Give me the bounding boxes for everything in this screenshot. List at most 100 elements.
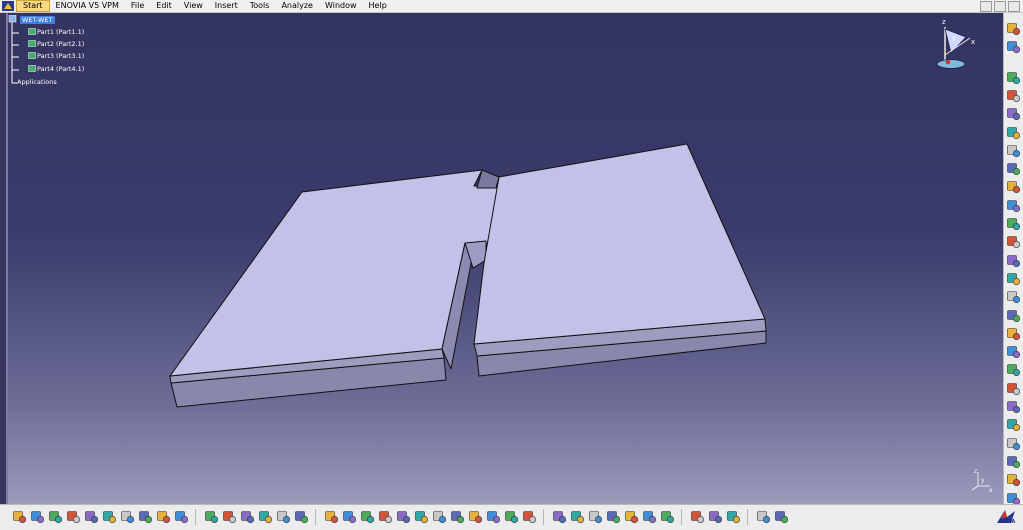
pan-icon[interactable]	[360, 509, 375, 525]
minimize-icon[interactable]	[980, 1, 992, 12]
cut-icon[interactable]	[84, 509, 99, 525]
manipulate-icon[interactable]	[1006, 179, 1022, 195]
graph-tree-icon[interactable]	[1006, 125, 1022, 141]
toolbar-separator	[543, 509, 544, 525]
fix-icon[interactable]	[1006, 344, 1022, 360]
menu-insert[interactable]: Insert	[209, 0, 244, 12]
open-icon[interactable]	[30, 509, 45, 525]
menu-help[interactable]: Help	[363, 0, 393, 12]
save-icon[interactable]	[48, 509, 63, 525]
snap-icon[interactable]	[1006, 198, 1022, 214]
catalog-icon[interactable]	[240, 509, 255, 525]
measure-item-icon[interactable]	[624, 509, 639, 525]
bill-of-material-icon[interactable]	[1006, 161, 1022, 177]
zoom-in-icon[interactable]	[396, 509, 411, 525]
coincidence-icon[interactable]	[1006, 271, 1022, 287]
toolbar-separator	[195, 509, 196, 525]
sketch-icon[interactable]	[570, 509, 585, 525]
reconnect-icon[interactable]	[1006, 253, 1022, 269]
stop-manipulate-icon[interactable]	[1006, 234, 1022, 250]
measure-between-icon[interactable]	[606, 509, 621, 525]
menu-edit[interactable]: Edit	[150, 0, 178, 12]
swap-visible-icon[interactable]	[522, 509, 537, 525]
zoom-out-icon[interactable]	[414, 509, 429, 525]
law-icon[interactable]	[294, 509, 309, 525]
bottom-toolbar: CATIA	[0, 504, 1023, 530]
tree-item-part2[interactable]: Part2 (Part2.1)	[28, 40, 84, 49]
menu-bar: Start ENOVIA V5 VPM File Edit View Inser…	[0, 0, 1023, 13]
menu-start[interactable]: Start	[16, 0, 50, 12]
menu-window[interactable]: Window	[319, 0, 363, 12]
iso-view-icon[interactable]	[450, 509, 465, 525]
new-icon[interactable]	[12, 509, 27, 525]
tree-root-product[interactable]: WET-WET	[20, 16, 55, 24]
lighting-icon[interactable]	[552, 509, 567, 525]
menu-tools[interactable]: Tools	[244, 0, 276, 12]
menu-analyze[interactable]: Analyze	[275, 0, 319, 12]
wireframe-icon[interactable]	[690, 509, 705, 525]
design-table-icon[interactable]	[276, 509, 291, 525]
front-view-icon[interactable]	[468, 509, 483, 525]
explode-icon[interactable]	[1006, 216, 1022, 232]
analysis-icon[interactable]	[726, 509, 741, 525]
fit-all-icon[interactable]	[342, 509, 357, 525]
hide-show-icon[interactable]	[504, 509, 519, 525]
camera-icon[interactable]	[708, 509, 723, 525]
scene-icon[interactable]	[1006, 472, 1022, 488]
fix-together-icon[interactable]	[1006, 362, 1022, 378]
table-icon[interactable]	[258, 509, 273, 525]
whats-this-icon[interactable]	[174, 509, 189, 525]
menu-view[interactable]: View	[178, 0, 209, 12]
compass-icon[interactable]: z y x	[930, 15, 980, 75]
close-icon[interactable]	[1008, 1, 1020, 12]
sectioning-icon[interactable]	[588, 509, 603, 525]
right-plate-top-face[interactable]	[473, 143, 766, 345]
axis-x-label: x	[989, 487, 993, 492]
paste-icon[interactable]	[120, 509, 135, 525]
assembly-geometry[interactable]	[0, 13, 1003, 504]
shading-icon[interactable]	[486, 509, 501, 525]
offset-icon[interactable]	[1006, 308, 1022, 324]
print-icon[interactable]	[66, 509, 81, 525]
formula-icon[interactable]	[204, 509, 219, 525]
measure-icon[interactable]	[1006, 454, 1022, 470]
contact-icon[interactable]	[1006, 289, 1022, 305]
tree-item-part1[interactable]: Part1 (Part1.1)	[28, 28, 84, 37]
tree-item-applications[interactable]: Applications	[17, 78, 57, 87]
update-all-icon[interactable]	[660, 509, 675, 525]
redo-icon[interactable]	[156, 509, 171, 525]
knowledge-advisor-icon[interactable]	[222, 509, 237, 525]
grid-icon[interactable]	[774, 509, 789, 525]
axis-orientation-icon: z y x	[971, 468, 993, 492]
new-part-icon[interactable]	[1006, 70, 1022, 86]
replace-component-icon[interactable]	[1006, 106, 1022, 122]
copy-icon[interactable]	[102, 509, 117, 525]
flexible-icon[interactable]	[1006, 399, 1022, 415]
tree-item-part3[interactable]: Part3 (Part3.1)	[28, 52, 84, 61]
fly-icon[interactable]	[1006, 39, 1022, 55]
generate-numbering-icon[interactable]	[1006, 143, 1022, 159]
rotate-icon[interactable]	[378, 509, 393, 525]
normal-view-icon[interactable]	[432, 509, 447, 525]
menu-file[interactable]: File	[125, 0, 150, 12]
menu-enovia[interactable]: ENOVIA V5 VPM	[50, 0, 125, 12]
catia-app-icon[interactable]	[2, 1, 14, 11]
update-icon[interactable]	[1006, 381, 1022, 397]
3d-viewport[interactable]: WET-WET Part1 (Part1.1) Part2 (Part2.1) …	[0, 13, 1003, 504]
material-icon[interactable]	[756, 509, 771, 525]
part-icon	[28, 28, 36, 35]
fly-mode-icon[interactable]	[324, 509, 339, 525]
change-constraint-icon[interactable]	[1006, 417, 1022, 433]
toolbar-separator	[747, 509, 748, 525]
existing-component-icon[interactable]	[1006, 88, 1022, 104]
part-icon	[28, 65, 36, 72]
inertia-icon[interactable]	[642, 509, 657, 525]
select-icon[interactable]	[1006, 21, 1022, 37]
angle-icon[interactable]	[1006, 326, 1022, 342]
restore-icon[interactable]	[994, 1, 1006, 12]
toolbar-separator	[681, 509, 682, 525]
undo-icon[interactable]	[138, 509, 153, 525]
compass-x-label: x	[971, 38, 975, 46]
tree-item-part4[interactable]: Part4 (Part4.1)	[28, 65, 84, 74]
reuse-pattern-icon[interactable]	[1006, 436, 1022, 452]
